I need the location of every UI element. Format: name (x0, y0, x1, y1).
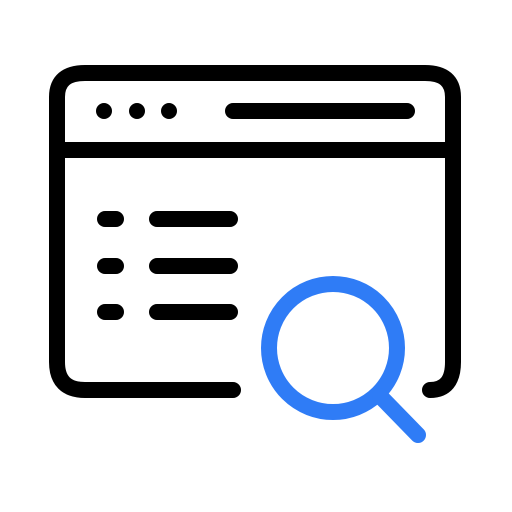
web-search-illustration (0, 0, 512, 512)
window-controls (96, 103, 177, 119)
magnifier-icon (261, 276, 426, 443)
window-dot-3 (161, 103, 177, 119)
window-dot-2 (129, 103, 145, 119)
window-dot-1 (96, 103, 112, 119)
magnifier-handle (372, 388, 426, 443)
content-list (97, 211, 238, 320)
web-search-icon (49, 65, 461, 443)
